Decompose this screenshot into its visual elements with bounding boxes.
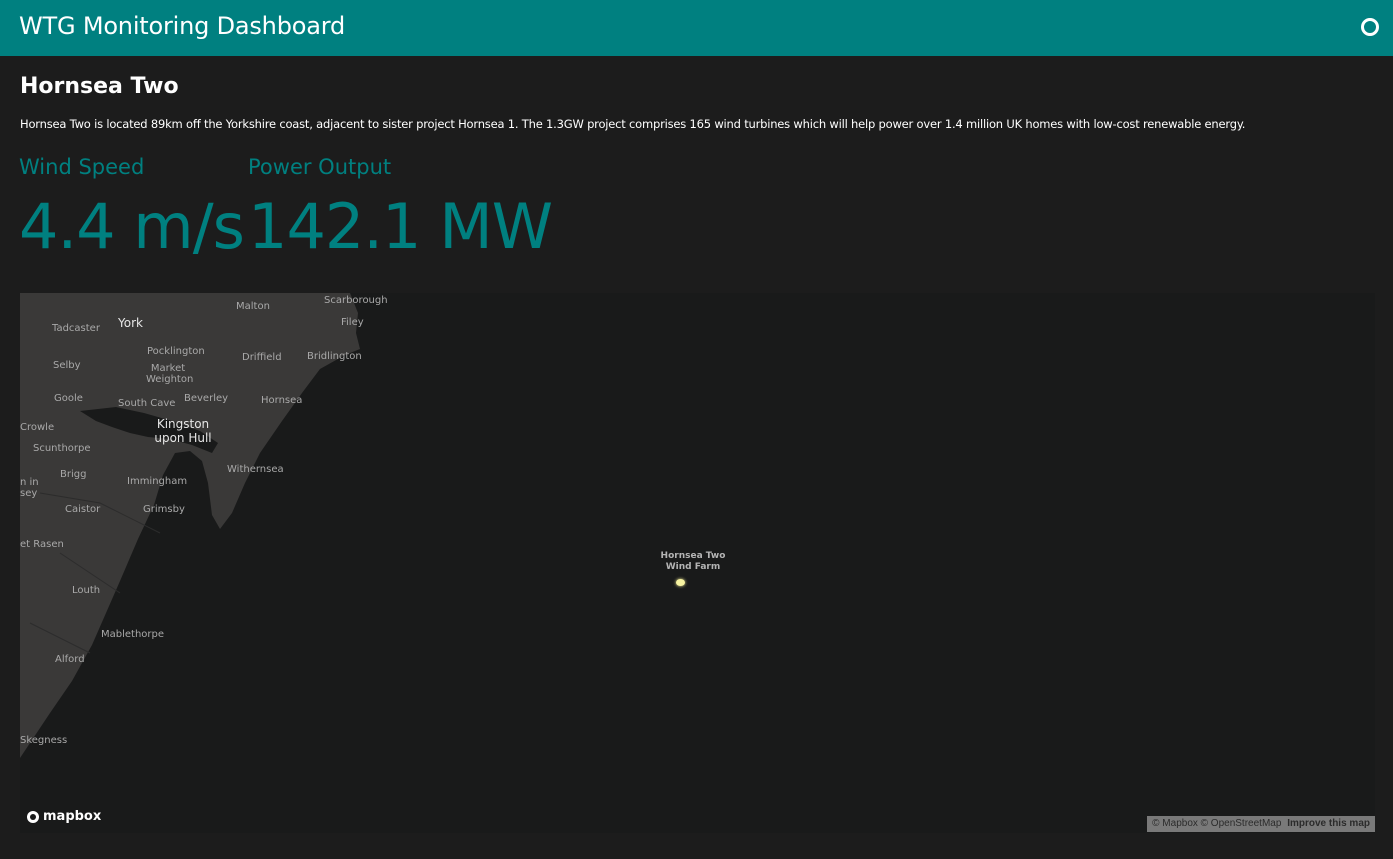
place-label: Kingston upon Hull — [154, 417, 212, 445]
place-label: n in sey — [20, 477, 39, 499]
power-output-value: 142.1 MW — [248, 190, 553, 263]
place-label: Grimsby — [143, 504, 185, 515]
power-output-label: Power Output — [248, 155, 392, 179]
map-landmass — [20, 293, 360, 758]
place-label: Tadcaster — [52, 323, 100, 334]
place-label: Alford — [55, 654, 85, 665]
circle-ring-icon[interactable] — [1361, 18, 1379, 36]
place-label: Crowle — [20, 422, 55, 433]
improve-map-link[interactable]: Improve this map — [1287, 818, 1370, 829]
wind-speed-metric: Wind Speed 4.4 m/s — [19, 153, 245, 265]
place-label: Caistor — [65, 504, 101, 515]
place-label: Mablethorpe — [101, 629, 165, 640]
place-label: Filey — [341, 317, 364, 328]
site-title: Hornsea Two — [20, 74, 179, 99]
place-label: Brigg — [60, 469, 87, 480]
wind-farm-label: Hornsea Two Wind Farm — [660, 551, 726, 572]
mapbox-logo[interactable]: mapbox — [27, 809, 101, 824]
place-label: Goole — [54, 393, 83, 404]
map[interactable]: Malton Scarborough Filey Tadcaster York … — [20, 293, 1375, 833]
place-label: Malton — [236, 301, 270, 312]
place-label: Withernsea — [227, 464, 284, 475]
mapbox-logo-text: mapbox — [43, 809, 102, 824]
place-label: Bridlington — [307, 351, 362, 362]
wind-farm-marker[interactable] — [676, 579, 685, 586]
top-bar: WTG Monitoring Dashboard — [0, 0, 1393, 56]
place-label: Scarborough — [324, 295, 388, 306]
map-attribution: © Mapbox © OpenStreetMap Improve this ma… — [1147, 816, 1375, 832]
wind-speed-value: 4.4 m/s — [19, 190, 245, 263]
place-label: York — [118, 316, 143, 330]
app-title: WTG Monitoring Dashboard — [19, 12, 345, 40]
power-output-metric: Power Output 142.1 MW — [248, 153, 553, 265]
attribution-text[interactable]: © Mapbox © OpenStreetMap — [1152, 818, 1281, 829]
place-label: South Cave — [118, 398, 176, 409]
mapbox-logo-icon — [27, 810, 39, 823]
place-label: Beverley — [184, 393, 229, 404]
place-label: Driffield — [242, 352, 282, 363]
place-label: Selby — [53, 360, 81, 371]
place-label: Scunthorpe — [33, 443, 91, 454]
place-label: Market Weighton — [146, 363, 194, 385]
place-label: Louth — [72, 585, 101, 596]
place-label: Pocklington — [147, 346, 205, 357]
place-label: Immingham — [127, 476, 188, 487]
place-label: Hornsea — [261, 395, 303, 406]
wind-speed-label: Wind Speed — [19, 155, 145, 179]
place-label: Skegness — [20, 735, 68, 746]
place-label: et Rasen — [20, 539, 64, 550]
site-description: Hornsea Two is located 89km off the York… — [20, 117, 1246, 131]
